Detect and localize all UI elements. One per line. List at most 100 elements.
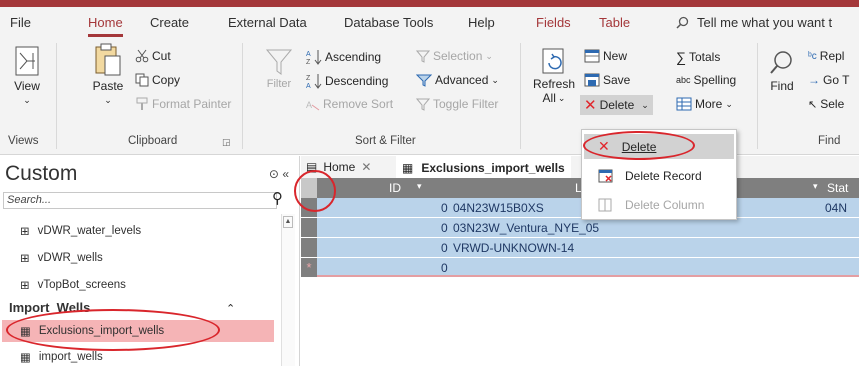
scroll-up-arrow-icon[interactable]: ▲ <box>283 216 293 228</box>
nav-scrollbar[interactable]: ▲ <box>281 214 295 366</box>
refresh-label: Refresh <box>532 77 576 91</box>
toggle-filter-button[interactable]: Toggle Filter <box>416 97 498 111</box>
svg-text:Z: Z <box>306 59 311 65</box>
shutter-bar-close-icon[interactable]: « <box>282 167 289 181</box>
refresh-all-button[interactable]: Refresh All ⌄ <box>532 47 576 105</box>
chevron-down-circle-icon[interactable]: ⊙ <box>269 167 279 181</box>
delete-button[interactable]: ✕ Delete ⌄ <box>580 95 653 115</box>
refresh-icon <box>540 47 568 77</box>
form-icon: ▤ <box>306 160 318 174</box>
cut-button[interactable]: Cut <box>135 49 171 63</box>
remove-sort-icon: A <box>306 97 320 111</box>
selection-button[interactable]: Selection ⌄ <box>416 49 493 63</box>
find-button[interactable]: Find <box>767 49 797 93</box>
format-painter-button[interactable]: Format Painter <box>135 97 231 111</box>
cell-id[interactable]: 0 <box>441 201 448 215</box>
paste-button[interactable]: Paste ⌄ <box>88 43 128 107</box>
doc-tab-home[interactable]: ▤ Home ✕ <box>306 160 371 174</box>
cell-id[interactable]: 0 <box>441 261 448 275</box>
clipboard-launcher-icon[interactable]: ◲ <box>222 137 231 148</box>
cell-loc[interactable]: 04N23W15B0XS <box>453 201 544 215</box>
select-button[interactable]: ↖ Sele <box>808 97 844 111</box>
row-selector[interactable] <box>301 238 317 257</box>
tell-me-text: Tell me what you want t <box>697 15 833 30</box>
new-record-row[interactable]: * 0 <box>301 258 859 277</box>
tab-database-tools[interactable]: Database Tools <box>344 15 433 30</box>
nav-item-label: vDWR_water_levels <box>37 225 142 237</box>
sort-dropdown-icon[interactable]: ▾ <box>813 181 818 192</box>
tell-me-box[interactable]: Tell me what you want t <box>676 15 832 30</box>
delete-dropdown-menu: ✕ Delete Delete Record Delete Column <box>581 129 737 220</box>
row-selector[interactable] <box>301 218 317 237</box>
remove-sort-button[interactable]: A Remove Sort <box>306 97 393 111</box>
select-all-button[interactable] <box>301 178 317 198</box>
copy-button[interactable]: Copy <box>135 73 180 87</box>
sort-dropdown-icon[interactable]: ▾ <box>417 181 422 192</box>
advanced-label: Advanced <box>435 73 489 87</box>
cell-stat[interactable]: 04N <box>825 201 847 215</box>
tab-home[interactable]: Home <box>88 15 123 37</box>
nav-item-label: Exclusions_import_wells <box>38 325 165 337</box>
nav-item-vdwr-water-levels[interactable]: ⊞ vDWR_water_levels <box>20 224 141 238</box>
table-row[interactable]: 0 VRWD-UNKNOWN-14 <box>301 238 859 257</box>
nav-search-input[interactable]: Search... <box>3 192 277 209</box>
tab-external-data[interactable]: External Data <box>228 15 307 30</box>
sort-ascending-button[interactable]: A Z Ascending <box>306 49 381 65</box>
menu-item-label: Delete Record <box>625 168 702 183</box>
table-row[interactable]: 0 04N23W15B0XS 04N <box>301 198 859 217</box>
menu-item-delete-record[interactable]: Delete Record <box>584 163 734 188</box>
replace-icon: ᵇc <box>808 50 817 62</box>
doc-tab-exclusions[interactable]: ▦ Exclusions_import_wells <box>396 156 571 179</box>
delete-x-icon: ✕ <box>598 138 610 154</box>
collapse-chevron-icon[interactable]: ⌃ <box>226 302 235 315</box>
tab-fields[interactable]: Fields <box>536 15 571 30</box>
cell-id[interactable]: 0 <box>441 241 448 255</box>
filter-button[interactable]: Filter <box>262 47 296 91</box>
nav-group-header[interactable]: Import_Wells <box>9 300 90 315</box>
doc-tab-label: Home <box>323 160 356 174</box>
nav-item-vtopbot-screens[interactable]: ⊞ vTopBot_screens <box>20 278 126 292</box>
delete-record-icon <box>598 169 613 183</box>
menu-item-delete-column[interactable]: Delete Column <box>584 192 734 217</box>
tab-file[interactable]: File <box>10 15 31 30</box>
totals-button[interactable]: ∑ Totals <box>676 49 720 65</box>
more-button[interactable]: More ⌄ <box>676 97 733 111</box>
save-record-button[interactable]: Save <box>584 73 630 87</box>
cell-loc[interactable]: 03N23W_Ventura_NYE_05 <box>453 221 599 235</box>
sort-descending-button[interactable]: Z A Descending <box>306 73 388 89</box>
table-row[interactable]: 0 03N23W_Ventura_NYE_05 <box>301 218 859 237</box>
spelling-button[interactable]: abc Spelling <box>676 73 736 87</box>
close-icon[interactable]: ✕ <box>361 160 371 174</box>
nav-item-vdwr-wells[interactable]: ⊞ vDWR_wells <box>20 251 103 265</box>
tab-table[interactable]: Table <box>599 15 630 30</box>
sigma-icon: ∑ <box>676 49 686 65</box>
format-painter-label: Format Painter <box>152 97 232 111</box>
more-label: More <box>695 97 723 111</box>
replace-label: Repl <box>819 49 845 63</box>
all-label: All <box>542 91 556 105</box>
row-selector[interactable] <box>301 198 317 217</box>
advanced-button[interactable]: Advanced ⌄ <box>416 73 499 87</box>
access-window: File Home Create External Data Database … <box>0 0 859 366</box>
title-bar <box>0 0 859 7</box>
goto-button[interactable]: → Go T <box>808 73 849 87</box>
col-header-id[interactable]: ID <box>389 181 401 195</box>
svg-text:A: A <box>306 83 311 89</box>
toggle-filter-icon <box>416 97 430 111</box>
tab-help[interactable]: Help <box>468 15 495 30</box>
table-icon: ▦ <box>20 326 31 338</box>
menu-item-delete[interactable]: ✕ Delete <box>584 134 734 159</box>
spelling-icon: abc <box>676 75 691 85</box>
nav-item-import-wells[interactable]: ▦ import_wells <box>20 350 103 364</box>
paste-icon <box>92 43 124 79</box>
tab-create[interactable]: Create <box>150 15 189 30</box>
cell-id[interactable]: 0 <box>441 221 448 235</box>
view-button[interactable]: View ⌄ <box>10 45 44 107</box>
select-label: Sele <box>820 97 845 111</box>
nav-item-exclusions-import-wells[interactable]: ▦ Exclusions_import_wells <box>20 324 164 338</box>
replace-button[interactable]: ᵇc Repl <box>808 49 844 63</box>
col-header-stat[interactable]: Stat <box>827 181 848 195</box>
separator <box>242 43 243 149</box>
new-record-button[interactable]: New <box>584 49 627 63</box>
cell-loc[interactable]: VRWD-UNKNOWN-14 <box>453 241 574 255</box>
